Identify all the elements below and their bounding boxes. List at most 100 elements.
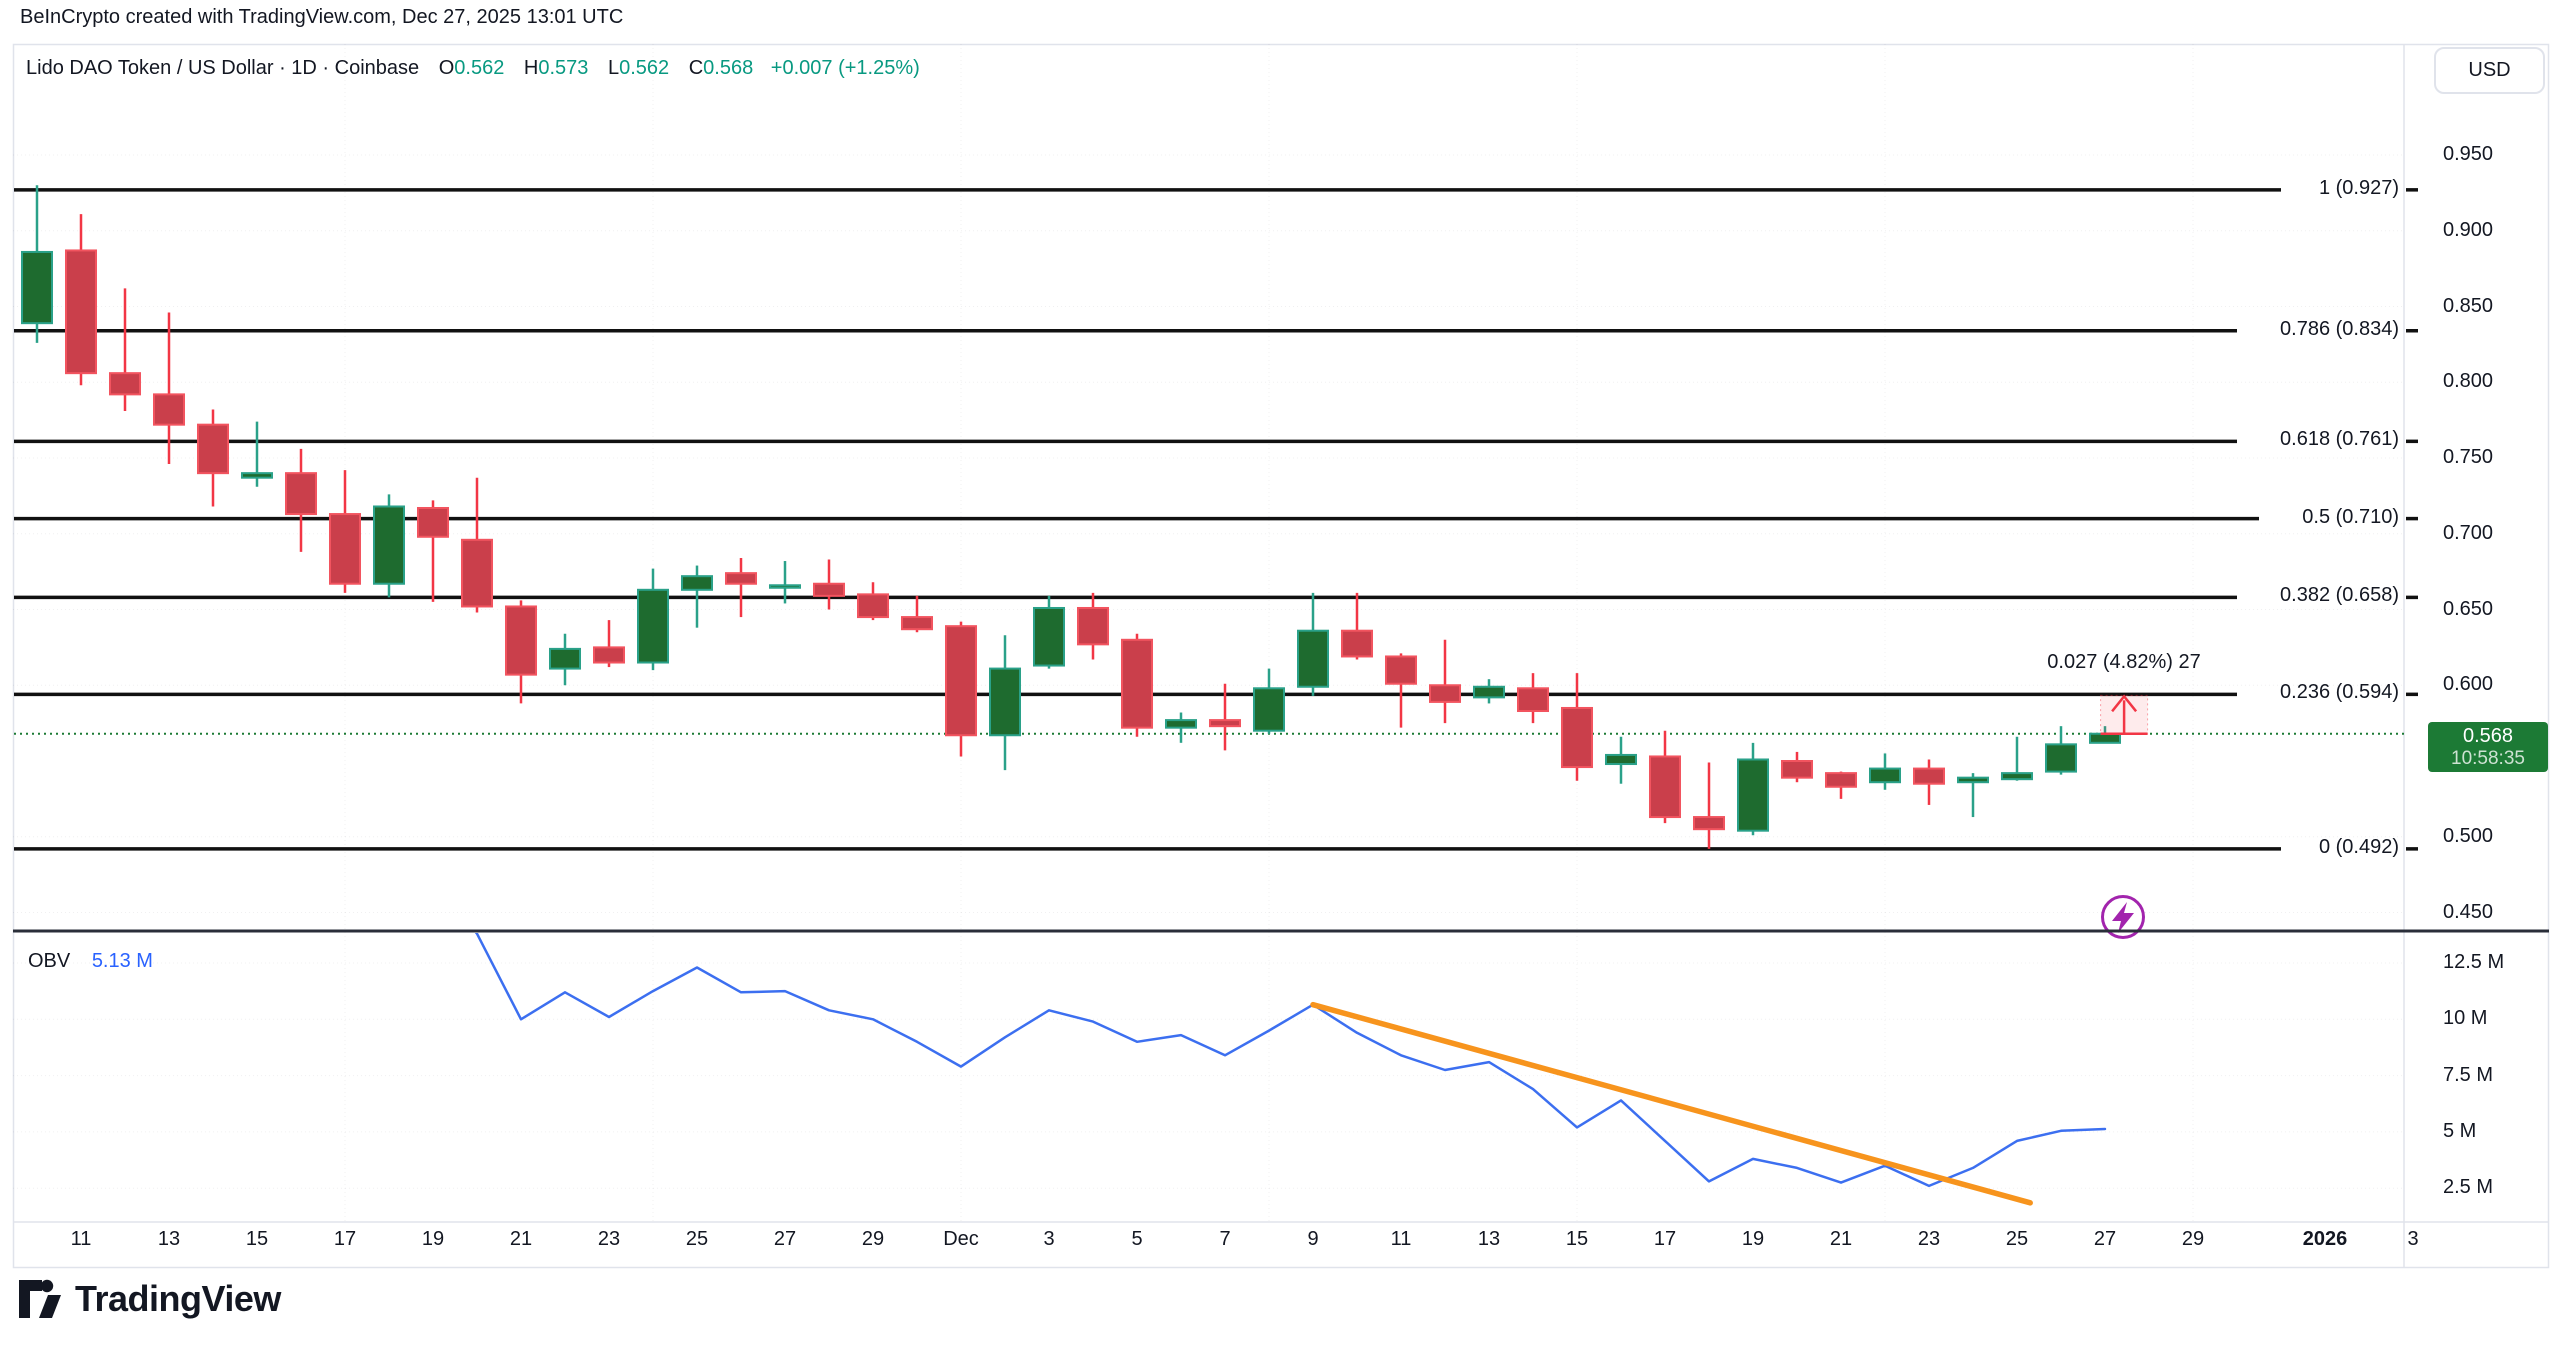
candle-body bbox=[770, 585, 800, 588]
candle-body bbox=[1342, 631, 1372, 657]
price-axis-label[interactable]: 0.600 bbox=[2443, 673, 2493, 696]
date-axis-label[interactable]: 27 bbox=[740, 1228, 830, 1251]
date-axis-label[interactable]: 9 bbox=[1268, 1228, 1358, 1251]
price-axis-label[interactable]: 0.900 bbox=[2443, 219, 2493, 242]
candle-body bbox=[1034, 608, 1064, 666]
price-axis-label[interactable]: 0.950 bbox=[2443, 143, 2493, 166]
fib-level-label: 0.618 (0.761) bbox=[2280, 428, 2399, 451]
date-axis-label[interactable]: 21 bbox=[476, 1228, 566, 1251]
candle-body bbox=[286, 473, 316, 514]
gridlines bbox=[13, 44, 2404, 1222]
date-axis-label[interactable]: 3 bbox=[2368, 1228, 2458, 1251]
obv-axis-label[interactable]: 7.5 M bbox=[2443, 1064, 2493, 1087]
candle-body bbox=[2090, 734, 2120, 743]
fib-level-label: 0.786 (0.834) bbox=[2280, 318, 2399, 341]
candle-body bbox=[902, 617, 932, 629]
date-axis-label[interactable]: 29 bbox=[828, 1228, 918, 1251]
symbol-title: Lido DAO Token / US Dollar · 1D · Coinba… bbox=[26, 57, 419, 79]
fib-level-label: 0.5 (0.710) bbox=[2302, 506, 2399, 529]
candle-body bbox=[66, 250, 96, 373]
symbol-info-row: Lido DAO Token / US Dollar · 1D · Coinba… bbox=[26, 57, 920, 80]
date-axis-label[interactable]: 29 bbox=[2148, 1228, 2238, 1251]
candle-body bbox=[110, 373, 140, 394]
currency-toggle-button[interactable]: USD bbox=[2434, 47, 2545, 94]
candle-body bbox=[638, 590, 668, 663]
candle-body bbox=[1562, 708, 1592, 767]
candle-body bbox=[242, 473, 272, 478]
date-axis-label[interactable]: 23 bbox=[1884, 1228, 1974, 1251]
last-price-value: 0.568 bbox=[2463, 725, 2513, 748]
close-value: 0.568 bbox=[703, 57, 753, 79]
date-axis-label[interactable]: 2026 bbox=[2280, 1228, 2370, 1251]
high-label: H bbox=[524, 57, 538, 79]
bar-countdown: 10:58:35 bbox=[2451, 748, 2525, 770]
date-axis-label[interactable]: 15 bbox=[212, 1228, 302, 1251]
date-axis-label[interactable]: 7 bbox=[1180, 1228, 1270, 1251]
date-axis-label[interactable]: 25 bbox=[652, 1228, 742, 1251]
candle-body bbox=[1078, 608, 1108, 644]
obv-axis-label[interactable]: 5 M bbox=[2443, 1120, 2476, 1143]
date-axis-label[interactable]: 11 bbox=[1356, 1228, 1446, 1251]
candle-body bbox=[2002, 773, 2032, 779]
date-axis-label[interactable]: 11 bbox=[36, 1228, 126, 1251]
price-axis-label[interactable]: 0.850 bbox=[2443, 295, 2493, 318]
date-axis-label[interactable]: Dec bbox=[916, 1228, 1006, 1251]
candle-body bbox=[682, 576, 712, 590]
date-axis-label[interactable]: 23 bbox=[564, 1228, 654, 1251]
candle-body bbox=[990, 669, 1020, 736]
fib-level-label: 1 (0.927) bbox=[2319, 177, 2399, 200]
obv-value: 5.13 M bbox=[92, 950, 153, 972]
obv-trendline[interactable] bbox=[1313, 1005, 2030, 1203]
measure-tool[interactable] bbox=[2101, 695, 2148, 733]
open-value: 0.562 bbox=[454, 57, 504, 79]
last-price-tag: 0.568 10:58:35 bbox=[2428, 722, 2548, 772]
obv-axis-label[interactable]: 10 M bbox=[2443, 1007, 2487, 1030]
price-axis-label[interactable]: 0.650 bbox=[2443, 598, 2493, 621]
date-axis-label[interactable]: 27 bbox=[2060, 1228, 2150, 1251]
obv-axis-label[interactable]: 2.5 M bbox=[2443, 1176, 2493, 1199]
candle-body bbox=[1694, 817, 1724, 829]
price-axis-label[interactable]: 0.500 bbox=[2443, 825, 2493, 848]
price-axis-label[interactable]: 0.800 bbox=[2443, 370, 2493, 393]
candle-body bbox=[1254, 688, 1284, 730]
obv-indicator-row: OBV 5.13 M bbox=[28, 950, 153, 973]
fib-level-label: 0.382 (0.658) bbox=[2280, 584, 2399, 607]
tradingview-logo[interactable]: TradingView bbox=[18, 1278, 281, 1320]
obv-axis-label[interactable]: 12.5 M bbox=[2443, 951, 2504, 974]
price-axis-label[interactable]: 0.700 bbox=[2443, 522, 2493, 545]
candle-body bbox=[1958, 778, 1988, 783]
price-axis-label[interactable]: 0.450 bbox=[2443, 901, 2493, 924]
candle-body bbox=[1518, 688, 1548, 711]
date-axis-label[interactable]: 3 bbox=[1004, 1228, 1094, 1251]
candle-body bbox=[594, 647, 624, 662]
candle-body bbox=[198, 425, 228, 473]
date-axis-label[interactable]: 13 bbox=[1444, 1228, 1534, 1251]
candle-body bbox=[814, 584, 844, 596]
date-axis-label[interactable]: 17 bbox=[300, 1228, 390, 1251]
candle-body bbox=[1166, 720, 1196, 728]
candle-body bbox=[1914, 769, 1944, 784]
fib-level-label: 0.236 (0.594) bbox=[2280, 681, 2399, 704]
candle-body bbox=[858, 594, 888, 617]
date-axis-label[interactable]: 19 bbox=[1708, 1228, 1798, 1251]
candle-body bbox=[374, 506, 404, 583]
date-axis-label[interactable]: 5 bbox=[1092, 1228, 1182, 1251]
candle-body bbox=[2046, 744, 2076, 771]
date-axis-label[interactable]: 21 bbox=[1796, 1228, 1886, 1251]
date-axis-label[interactable]: 13 bbox=[124, 1228, 214, 1251]
candle-body bbox=[506, 606, 536, 674]
candle-body bbox=[1386, 656, 1416, 683]
date-axis-label[interactable]: 15 bbox=[1532, 1228, 1622, 1251]
date-axis-label[interactable]: 25 bbox=[1972, 1228, 2062, 1251]
low-value: 0.562 bbox=[619, 57, 669, 79]
candle-body bbox=[418, 508, 448, 537]
change-value: +0.007 (+1.25%) bbox=[771, 57, 920, 79]
date-axis-label[interactable]: 17 bbox=[1620, 1228, 1710, 1251]
candle-body bbox=[154, 394, 184, 424]
date-axis-label[interactable]: 19 bbox=[388, 1228, 478, 1251]
fib-level-label: 0 (0.492) bbox=[2319, 836, 2399, 859]
candle-body bbox=[22, 252, 52, 323]
candle-body bbox=[1474, 687, 1504, 698]
price-axis-label[interactable]: 0.750 bbox=[2443, 446, 2493, 469]
candle-body bbox=[1826, 773, 1856, 787]
